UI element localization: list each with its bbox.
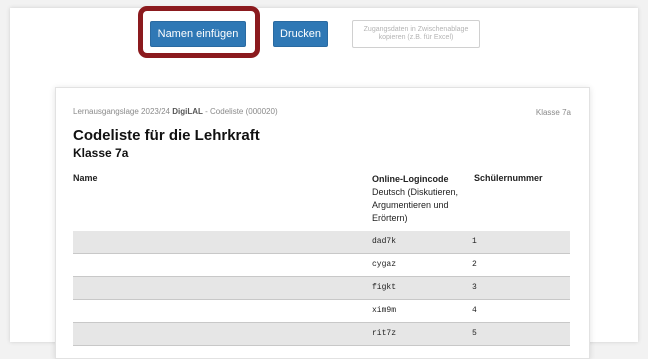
row-student-number: 4 [472, 306, 477, 315]
sheet-meta: Lernausgangslage 2023/24 DigiLAL - Codel… [73, 107, 278, 116]
column-header-code: Online-Logincode Deutsch (Diskutieren, A… [372, 173, 474, 225]
toolbar: Namen einfügen Drucken Zugangsdaten in Z… [0, 0, 648, 70]
row-login-code: rit7z [372, 329, 397, 338]
row-student-number: 3 [472, 283, 477, 292]
class-label: Klasse 7a [535, 108, 571, 117]
page-title: Codeliste für die Lehrkraft [73, 127, 260, 144]
code-list-sheet: Lernausgangslage 2023/24 DigiLAL - Codel… [55, 87, 590, 359]
row-student-number: 5 [472, 329, 477, 338]
copy-credentials-button[interactable]: Zugangsdaten in Zwischenablage kopieren … [352, 20, 480, 48]
row-login-code: cygaz [372, 260, 397, 269]
table-row: dad7k 1 [73, 231, 570, 254]
table-row: figkt 3 [73, 277, 570, 300]
table-row: cygaz 2 [73, 254, 570, 277]
highlight-frame [138, 6, 260, 58]
meta-brand: DigiLAL [172, 107, 203, 116]
column-header-name: Name [73, 173, 98, 183]
meta-suffix: - Codeliste (000020) [205, 107, 278, 116]
meta-prefix: Lernausgangslage 2023/24 [73, 107, 170, 116]
row-login-code: figkt [372, 283, 397, 292]
column-header-code-subject: Deutsch (Diskutieren, Argumentieren und … [372, 187, 459, 223]
row-login-code: xim9m [372, 306, 397, 315]
row-login-code: dad7k [372, 237, 397, 246]
table-row: xim9m 4 [73, 300, 570, 323]
row-student-number: 1 [472, 237, 477, 246]
code-table: dad7k 1 cygaz 2 figkt 3 xim9m 4 rit7z 5 [73, 231, 570, 346]
column-header-number: Schülernummer [474, 173, 543, 183]
page-subtitle: Klasse 7a [73, 146, 129, 160]
row-student-number: 2 [472, 260, 477, 269]
column-header-code-title: Online-Logincode [372, 174, 449, 184]
table-row: rit7z 5 [73, 323, 570, 346]
print-button[interactable]: Drucken [273, 21, 328, 47]
